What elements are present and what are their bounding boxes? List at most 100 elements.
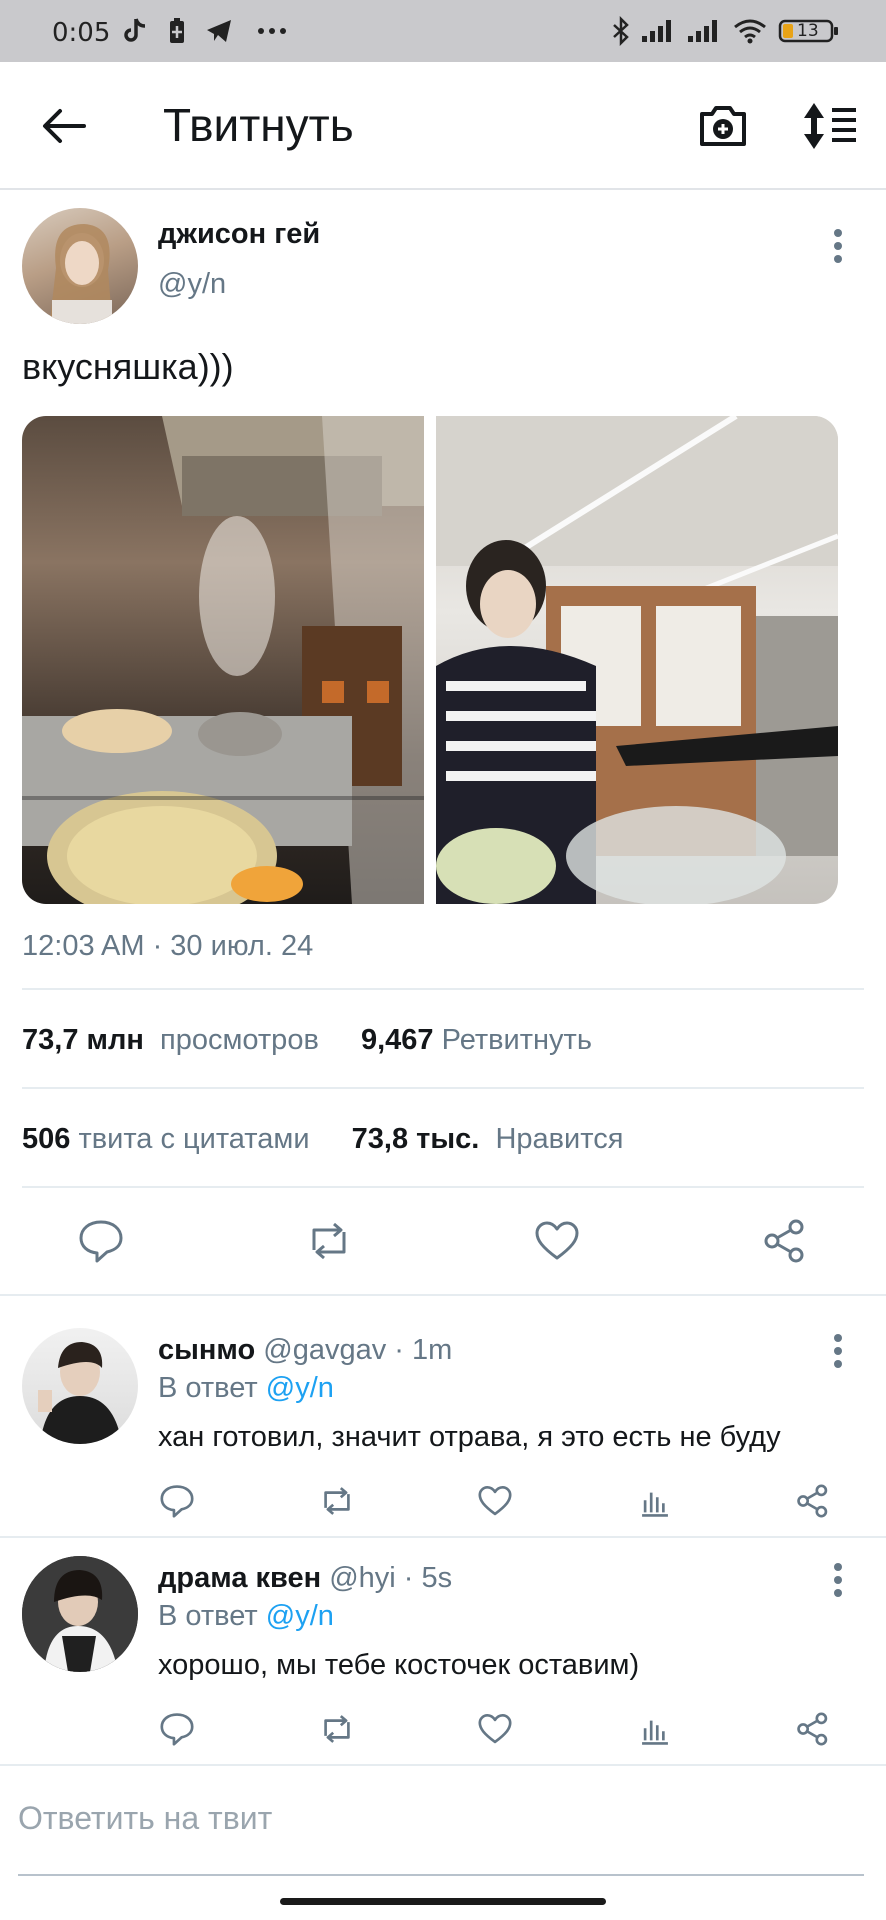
- stats-row-1: 73,7 млн просмотров 9,467 Ретвитнуть: [22, 1024, 592, 1057]
- battery-saver-icon: [166, 16, 188, 46]
- camera-button[interactable]: [696, 98, 750, 152]
- cooking-photo: [436, 416, 838, 904]
- reply-text: хан готовил, значит отрава, я это есть н…: [158, 1421, 781, 1453]
- app-bar: Твитнуть: [0, 62, 886, 190]
- like-button[interactable]: [476, 1482, 514, 1520]
- tweet-timestamp: 12:03 AM · 30 июл. 24: [22, 930, 314, 962]
- battery-level: 13: [797, 21, 819, 41]
- retweets-stat[interactable]: 9,467 Ретвитнуть: [361, 1024, 592, 1056]
- quotes-count: 506: [22, 1123, 71, 1155]
- quotes-label: твита с цитатами: [78, 1123, 310, 1155]
- like-button[interactable]: [476, 1710, 514, 1748]
- retweets-label: Ретвитнуть: [441, 1024, 592, 1056]
- views-label: просмотров: [160, 1024, 319, 1056]
- reply-button[interactable]: [158, 1482, 196, 1520]
- reply-avatar[interactable]: [22, 1328, 138, 1444]
- reply-icon: [79, 1220, 123, 1263]
- reply-more-button[interactable]: [828, 1560, 848, 1600]
- share-icon: [797, 1712, 828, 1746]
- in-reply-label: В ответ: [158, 1372, 258, 1404]
- signal-icon: [640, 16, 676, 46]
- stats-row-2: 506 твита с цитатами 73,8 тыс. Нравится: [22, 1123, 623, 1156]
- reply-author-name[interactable]: драма квен: [158, 1562, 321, 1594]
- retweet-button[interactable]: [318, 1710, 356, 1748]
- divider: [0, 1294, 886, 1296]
- reply-more-button[interactable]: [828, 1331, 848, 1371]
- in-reply-mention[interactable]: @y/n: [266, 1600, 334, 1632]
- retweets-count: 9,467: [360, 1024, 434, 1056]
- divider: [22, 988, 864, 990]
- reply-text: хорошо, мы тебе косточек оставим): [158, 1649, 640, 1681]
- analytics-button[interactable]: [636, 1482, 674, 1520]
- reply-compose-input[interactable]: Ответить на твит: [18, 1800, 272, 1837]
- avatar-portrait: [22, 1556, 138, 1672]
- views-count: 73,7 млн: [22, 1024, 144, 1056]
- wifi-icon: [732, 16, 768, 46]
- tweet-text: вкусняшка))): [22, 346, 234, 387]
- author-avatar[interactable]: [22, 208, 138, 324]
- divider: [22, 1186, 864, 1188]
- reply-button[interactable]: [158, 1710, 196, 1748]
- avatar-portrait: [38, 1342, 122, 1444]
- telegram-icon: [204, 16, 234, 46]
- share-button[interactable]: [760, 1216, 810, 1266]
- reply-avatar[interactable]: [22, 1556, 138, 1672]
- heart-icon: [478, 1713, 512, 1744]
- signal-icon-2: [686, 16, 722, 46]
- in-reply-to: В ответ @y/n: [158, 1372, 334, 1405]
- home-indicator[interactable]: [280, 1898, 606, 1905]
- reply-icon: [160, 1713, 194, 1746]
- analytics-button[interactable]: [636, 1710, 674, 1748]
- sort-button[interactable]: [800, 100, 860, 152]
- status-bar: 0:05 13: [0, 0, 886, 62]
- divider: [0, 1764, 886, 1766]
- tweet-more-button[interactable]: [828, 226, 848, 266]
- likes-label: Нравится: [495, 1123, 624, 1155]
- likes-stat[interactable]: 73,8 тыс. Нравится: [352, 1123, 624, 1155]
- reply-author-name[interactable]: сынмо: [158, 1334, 255, 1366]
- heart-icon: [478, 1485, 512, 1516]
- more-vertical-icon: [834, 1563, 842, 1597]
- reply-meta: @hyi · 5s: [329, 1562, 453, 1594]
- more-vertical-icon: [834, 1334, 842, 1368]
- reply-button[interactable]: [76, 1216, 126, 1266]
- quotes-stat[interactable]: 506 твита с цитатами: [22, 1123, 310, 1155]
- likes-count: 73,8 тыс.: [351, 1123, 480, 1155]
- bar-chart-icon: [642, 1492, 668, 1517]
- more-notifications-icon: [256, 16, 288, 46]
- reply-header: драма квен @hyi · 5s: [158, 1562, 452, 1595]
- author-name[interactable]: джисон гей: [158, 218, 320, 251]
- share-icon: [764, 1219, 804, 1263]
- share-button[interactable]: [794, 1710, 832, 1748]
- bar-chart-icon: [642, 1720, 668, 1745]
- share-icon: [797, 1484, 828, 1518]
- share-button[interactable]: [794, 1482, 832, 1520]
- camera-plus-icon: [700, 106, 746, 146]
- tweet-photo-2[interactable]: [436, 416, 838, 904]
- author-handle[interactable]: @y/n: [158, 268, 226, 301]
- in-reply-mention[interactable]: @y/n: [266, 1372, 334, 1404]
- heart-icon: [535, 1221, 579, 1260]
- reply-icon: [160, 1485, 194, 1518]
- more-vertical-icon: [834, 229, 842, 263]
- retweet-icon: [324, 1487, 350, 1515]
- in-reply-label: В ответ: [158, 1600, 258, 1632]
- sort-icon: [804, 103, 856, 149]
- retweet-button[interactable]: [318, 1482, 356, 1520]
- reply-meta: @gavgav · 1m: [263, 1334, 453, 1366]
- kitchen-photo: [22, 416, 424, 904]
- views-stat[interactable]: 73,7 млн просмотров: [22, 1024, 319, 1056]
- avatar-portrait: [50, 224, 112, 324]
- battery-icon: 13: [778, 16, 840, 46]
- tiktok-icon: [122, 16, 148, 46]
- back-arrow-icon: [43, 109, 86, 143]
- page-title: Твитнуть: [163, 99, 354, 151]
- retweet-button[interactable]: [304, 1216, 354, 1266]
- back-button[interactable]: [36, 100, 92, 152]
- divider: [0, 1536, 886, 1538]
- status-time: 0:05: [52, 18, 111, 48]
- retweet-icon: [324, 1715, 350, 1743]
- like-button[interactable]: [532, 1216, 582, 1266]
- tweet-photo-1[interactable]: [22, 416, 424, 904]
- in-reply-to: В ответ @y/n: [158, 1600, 334, 1633]
